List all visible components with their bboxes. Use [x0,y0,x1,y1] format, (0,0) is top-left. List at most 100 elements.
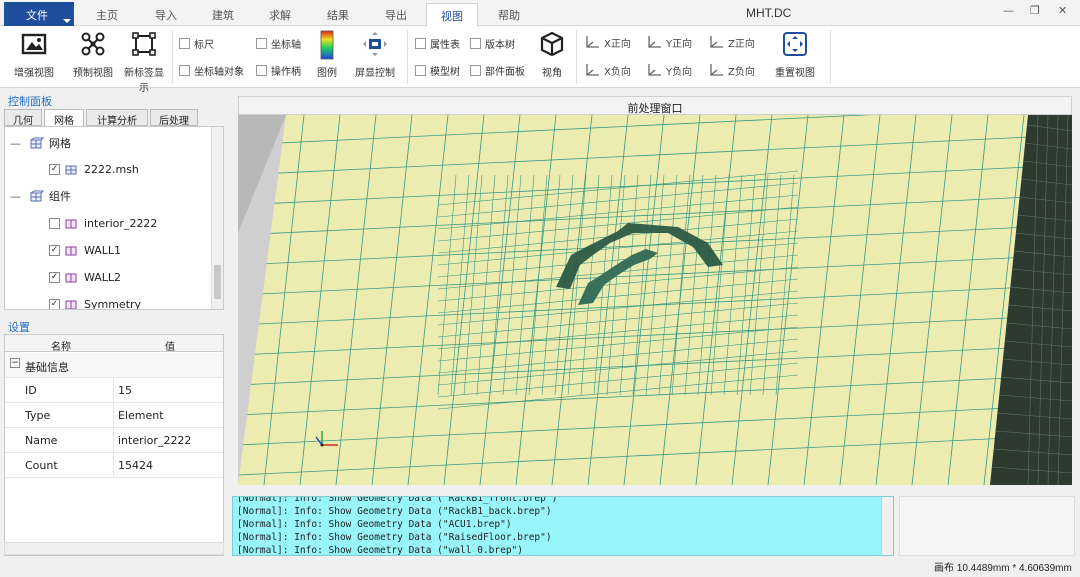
legend-button[interactable]: 图例 [312,30,342,79]
reset-view-button[interactable]: 重置视图 [772,30,818,79]
image-icon [21,33,47,55]
ribbon-tabbar: 文件 主页 导入 建筑 求解 结果 导出 视图 帮助 MHT.DC — ❐ ✕ [0,0,1080,27]
axis-object-checkbox[interactable]: 坐标轴对象 [179,63,244,78]
color-legend-icon [320,30,334,60]
mesh-icon [30,137,44,149]
component-icon [65,273,77,283]
tree-node-mesh[interactable]: — 网格 [10,130,71,156]
frame-select-icon [132,32,156,56]
checkbox-checked[interactable]: ✓ [49,298,60,309]
auxiliary-panel [899,496,1075,556]
log-line: [Normal]: Info: Show Geometry Data ("ACU… [237,519,512,530]
checkbox-checked[interactable]: ✓ [49,163,60,175]
log-line: [Normal]: Info: Show Geometry Data ("Rai… [237,532,552,543]
coord-axis-checkbox[interactable]: 坐标轴 [256,36,301,51]
restore-icon[interactable]: ❐ [1030,4,1040,17]
window-title: MHT.DC [746,6,792,20]
screen-display-control-button[interactable]: 屏显控制 [352,30,398,79]
tree-node-components[interactable]: — 组件 [10,183,71,209]
property-row-count[interactable]: Count 15424 [5,453,223,478]
tree-scrollbar[interactable] [211,127,223,309]
tab-home[interactable]: 主页 [96,7,118,23]
settings-horizontal-scrollbar[interactable] [4,542,224,555]
tab-file[interactable]: 文件 [4,2,74,26]
property-grid-header: 名称 值 [5,335,223,353]
preset-view-button[interactable]: 预制视图 [70,30,116,79]
log-line: [Normal]: Info: Show Geometry Data ("Rac… [237,506,552,517]
tree-item-wall2[interactable]: ✓ WALL2 [49,264,121,290]
monitor-move-icon [363,32,387,56]
component-icon [65,246,77,256]
viewport-title: 前处理窗口 [238,96,1072,115]
tab-help[interactable]: 帮助 [498,7,520,23]
y-negative-view-button[interactable]: Y负向 [646,62,692,78]
property-row-id[interactable]: ID 15 [5,378,223,403]
tab-analysis[interactable]: 计算分析 [86,109,148,127]
tab-import[interactable]: 导入 [155,7,177,23]
enhance-view-button[interactable]: 增强视图 [12,30,56,79]
preprocess-viewport[interactable] [238,115,1072,485]
z-positive-view-button[interactable]: Z正向 [708,34,755,50]
component-icon [30,190,44,202]
collapse-icon[interactable]: — [10,137,21,150]
property-table-checkbox[interactable]: 属性表 [415,36,460,51]
x-negative-view-button[interactable]: X负向 [584,62,631,78]
network-icon [81,32,105,56]
property-grid: 名称 值 − 基础信息 ID 15 Type Element Name interio… [4,334,224,556]
floor-surface [238,115,1072,485]
handle-checkbox[interactable]: 操作柄 [256,63,301,78]
property-section-basic[interactable]: − 基础信息 [5,353,223,378]
property-row-type[interactable]: Type Element [5,403,223,428]
model-tree: — 网格 ✓ 2222.msh — 组件 interior_2222 ✓ WAL… [4,126,224,310]
tab-view[interactable]: 视图 [426,3,478,27]
z-axis-icon [710,36,723,48]
component-icon [65,219,77,229]
tree-item-wall1[interactable]: ✓ WALL1 [49,237,121,263]
x-positive-view-button[interactable]: X正向 [584,34,631,50]
checkbox-checked[interactable]: ✓ [49,244,60,256]
collapse-icon[interactable]: − [10,358,20,368]
collapse-icon[interactable]: — [10,190,21,203]
minimize-icon[interactable]: — [1003,4,1014,17]
ruler-checkbox[interactable]: 标尺 [179,36,214,51]
log-console[interactable]: [Normal]: Info: Show Geometry Data ("Rac… [232,496,894,556]
x-axis-icon [586,64,599,76]
tab-mesh[interactable]: 网格 [44,109,84,127]
close-icon[interactable]: ✕ [1058,4,1067,17]
reset-view-icon [783,32,807,56]
tab-results[interactable]: 结果 [327,7,349,23]
ribbon-separator [172,30,173,84]
ribbon-separator [407,30,408,84]
log-line: [Normal]: Info: Show Geometry Data ("wal… [237,545,523,556]
view-angle-button[interactable]: 视角 [536,30,568,79]
z-negative-view-button[interactable]: Z负向 [708,62,755,78]
tree-item-symmetry[interactable]: ✓ Symmetry [49,291,141,309]
model-tree-checkbox[interactable]: 模型树 [415,63,460,78]
y-axis-icon [648,64,661,76]
x-axis-icon [586,36,599,48]
log-scrollbar[interactable] [881,497,893,555]
tab-geometry[interactable]: 几何 [4,109,42,127]
tab-export[interactable]: 导出 [385,7,407,23]
property-row-name[interactable]: Name interior_2222 [5,428,223,453]
tab-postprocess[interactable]: 后处理 [150,109,198,127]
ribbon-separator [830,30,831,84]
log-line: [Normal]: Info: Show Geometry Data ("Rac… [237,496,558,504]
mesh-canvas[interactable] [238,115,1072,485]
version-tree-checkbox[interactable]: 版本树 [470,36,515,51]
checkbox-checked[interactable]: ✓ [49,271,60,283]
mesh-icon [65,165,77,175]
ribbon-view-panel: 增强视图 预制视图 新标签显 示 标尺 坐标轴对象 坐标轴 操作柄 图例 屏显控… [0,26,1080,94]
tab-building[interactable]: 建筑 [212,7,234,23]
chevron-down-icon [63,19,71,23]
new-label-display-button[interactable]: 新标签显 示 [122,30,166,94]
tree-item-mesh-file[interactable]: ✓ 2222.msh [49,156,139,182]
tree-item-interior[interactable]: interior_2222 [49,210,157,236]
tab-solve[interactable]: 求解 [269,7,291,23]
ribbon-separator [576,30,577,84]
checkbox-unchecked[interactable] [49,217,60,229]
part-panel-checkbox[interactable]: 部件面板 [470,63,525,78]
y-positive-view-button[interactable]: Y正向 [646,34,692,50]
settings-title: 设置 [8,321,30,334]
canvas-size-status: 画布 10.4489mm * 4.60639mm [934,563,1072,574]
